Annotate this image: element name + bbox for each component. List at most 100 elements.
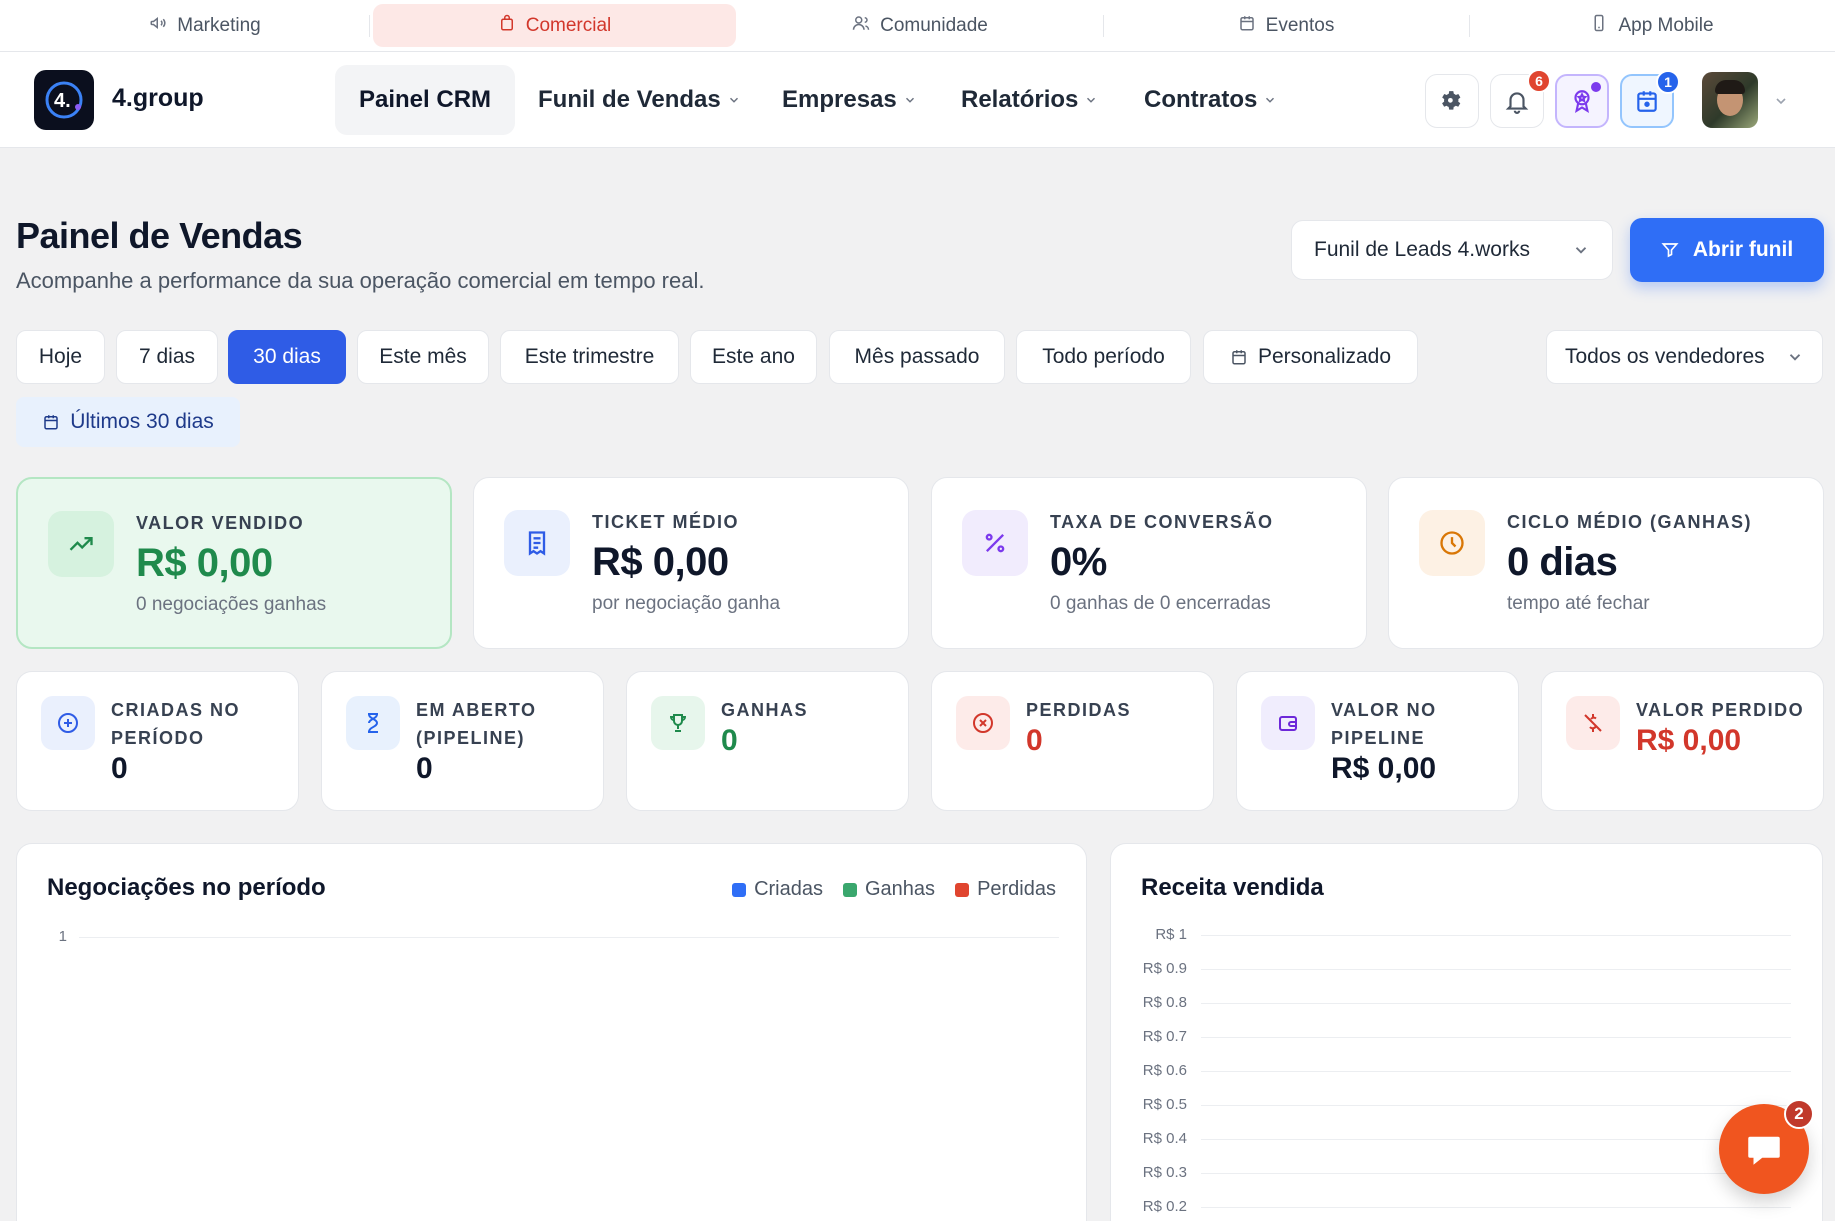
kpi-label: CICLO MÉDIO (GANHAS) [1507,512,1752,532]
module-tab-marketing[interactable]: Marketing [40,4,370,47]
kpi-label: TICKET MÉDIO [592,512,739,532]
receipt-icon [504,510,570,576]
y-axis-tick-label: R$ 0.8 [1142,994,1187,1011]
period-7-dias[interactable]: 7 dias [116,330,218,384]
achievements-button[interactable] [1555,74,1609,128]
grid-line [1201,969,1791,970]
period-label: 30 dias [253,345,321,368]
module-label: Comercial [525,14,612,36]
vendors-select[interactable]: Todos os vendedores [1546,330,1823,384]
status-dot [1591,82,1601,92]
wallet-icon [1261,696,1315,750]
module-tab-comunidade[interactable]: Comunidade [740,4,1100,47]
calendar-icon [1637,91,1657,112]
y-axis-tick-label: 1 [58,928,67,945]
funnel-select[interactable]: Funil de Leads 4.works [1291,220,1613,280]
chevron-down-icon[interactable] [1773,93,1789,109]
chevron-down-icon [1575,247,1587,254]
trending-up-icon [48,511,114,577]
grid-line [79,937,1059,938]
nav-relatorios[interactable]: Relatórios [961,65,1098,135]
open-funnel-button[interactable]: Abrir funil [1630,218,1824,282]
legend-item-perdidas[interactable]: Perdidas [955,878,1056,901]
page-title: Painel de Vendas [16,215,303,256]
chart-title: Negociações no período [47,874,326,901]
kpi-taxa-conversao: TAXA DE CONVERSÃO 0% 0 ganhas de 0 encer… [931,477,1367,649]
nav-label: Painel CRM [359,86,492,113]
main-header: 4. 4.group Painel CRM Funil de Vendas Em… [0,52,1835,148]
divider [1103,15,1104,37]
notifications-badge: 6 [1527,69,1551,93]
nav-empresas[interactable]: Empresas [782,65,917,135]
module-label: App Mobile [1618,14,1714,36]
period-hoje[interactable]: Hoje [16,330,105,384]
legend-item-ganhas[interactable]: Ganhas [843,878,935,901]
avatar-hair [1715,80,1745,94]
grid-line [1201,1071,1791,1072]
module-label: Comunidade [880,14,988,36]
nav-contratos[interactable]: Contratos [1144,65,1277,135]
period-label: Mês passado [854,345,980,368]
module-tab-comercial[interactable]: Comercial [373,4,736,47]
period-este-mes[interactable]: Este mês [357,330,489,384]
stat-valor-perdido: VALOR PERDIDO R$ 0,00 [1541,671,1824,811]
kpi-value: R$ 0,00 [592,540,729,584]
grid-line [1201,1173,1791,1174]
legend-swatch [843,882,857,897]
grid-line [1201,1037,1791,1038]
kpi-note: tempo até fechar [1507,593,1650,614]
kpi-valor-vendido: VALOR VENDIDO R$ 0,00 0 negociações ganh… [16,477,452,649]
period-todo-periodo[interactable]: Todo período [1016,330,1191,384]
phone-icon [1590,14,1608,38]
brand-logo[interactable]: 4. [34,70,94,130]
legend-swatch [732,882,747,897]
period-30-dias[interactable]: 30 dias [228,330,346,384]
kpi-value: 0% [1050,540,1107,584]
legend-item-criadas[interactable]: Criadas [732,878,823,901]
open-funnel-label: Abrir funil [1692,238,1794,261]
period-este-ano[interactable]: Este ano [690,330,817,384]
kpi-value: 0 dias [1507,540,1618,584]
y-axis-tick-label: R$ 1 [1155,926,1187,943]
chevron-down-icon [1266,97,1275,103]
period-este-trimestre[interactable]: Este trimestre [500,330,679,384]
nav-funil-de-vendas[interactable]: Funil de Vendas [538,65,741,135]
nav-painel-crm[interactable]: Painel CRM [335,65,516,135]
stat-label: EM ABERTO (PIPELINE) [416,700,537,748]
users-icon [852,14,870,38]
date-range-tag: Últimos 30 dias [16,397,240,447]
period-personalizado[interactable]: Personalizado [1203,330,1418,384]
period-label: 7 dias [138,345,196,368]
x-circle-icon [956,696,1010,750]
period-label: Este trimestre [524,345,655,368]
stat-ganhas: GANHAS 0 [626,671,909,811]
y-axis-tick-label: R$ 0.9 [1142,960,1187,977]
funnel-select-value: Funil de Leads 4.works [1314,238,1530,261]
page-subtitle: Acompanhe a performance da sua operação … [16,268,705,293]
stat-criadas: CRIADAS NO PERÍODO 0 [16,671,299,811]
grid-line [1201,1003,1791,1004]
bag-icon [498,14,516,38]
stat-value: 0 [111,752,128,785]
notifications-button[interactable]: 6 [1490,69,1551,128]
legend-label: Perdidas [977,878,1056,900]
filter-icon [1661,243,1679,258]
module-label: Eventos [1265,14,1335,36]
module-tab-app-mobile[interactable]: App Mobile [1472,4,1832,47]
settings-button[interactable] [1425,74,1479,128]
logo-mark-icon: 4. [45,81,83,119]
divider [1469,15,1470,37]
clock-icon [1419,510,1485,576]
module-tab-eventos[interactable]: Eventos [1106,4,1466,47]
module-bar: Marketing Comercial Comunidade Eventos A… [0,0,1835,52]
period-mes-passado[interactable]: Mês passado [829,330,1005,384]
module-label: Marketing [177,14,261,36]
y-axis-tick-label: R$ 0.7 [1142,1028,1187,1045]
grid-line [1201,1139,1791,1140]
period-label: Hoje [38,345,83,368]
calendar-button[interactable]: 1 [1620,70,1680,128]
stat-label: VALOR NO PIPELINE [1331,700,1437,748]
vendors-select-value: Todos os vendedores [1565,345,1765,368]
kpi-note: 0 negociações ganhas [136,594,327,615]
avatar[interactable] [1702,72,1758,128]
